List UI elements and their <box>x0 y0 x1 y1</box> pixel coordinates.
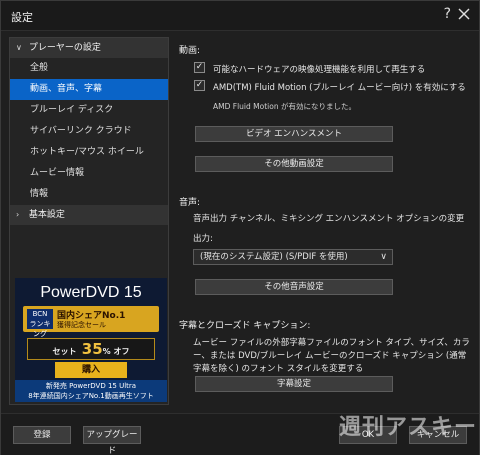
sidebar-group-label: 基本設定 <box>28 210 65 220</box>
promo-footer: 新発売 PowerDVD 15 Ultra 8年連続国内シェアNo.1動画再生ソ… <box>15 380 167 402</box>
sidebar-item-info[interactable]: 情報 <box>10 184 168 205</box>
video-enhancement-button[interactable]: ビデオ エンハンスメント <box>195 126 393 142</box>
sidebar-item-movie-info[interactable]: ムービー情報 <box>10 163 168 184</box>
audio-output-label: 出力: <box>193 234 213 244</box>
promo-set-label: セット <box>52 347 77 356</box>
watermark-logo: 週刊アスキー <box>339 415 478 440</box>
promo-footer-line2: 8年連続国内シェアNo.1動画再生ソフト <box>28 392 154 400</box>
upgrade-button[interactable]: アップグレード <box>83 426 141 455</box>
hw-accel-label: 可能なハードウェアの映像処理機能を利用して再生する <box>213 65 426 75</box>
promo-footer-line1: 新発売 PowerDVD 15 Ultra <box>45 382 137 390</box>
subtitles-description: ムービー ファイルの外部字幕ファイルのフォント タイプ、サイズ、カラー、または … <box>193 338 470 374</box>
fluid-motion-label: AMD(TM) Fluid Motion (ブルーレイ ムービー向け) を有効に… <box>213 83 466 93</box>
fluid-motion-note: AMD Fluid Motion が有効になりました。 <box>213 102 356 111</box>
promo-buy-button[interactable]: 購入 <box>55 362 127 378</box>
subtitle-settings-button[interactable]: 字幕設定 <box>195 376 393 392</box>
sidebar-item-hotkeys[interactable]: ホットキー/マウス ホイール <box>10 142 168 163</box>
sidebar-item-general[interactable]: 全般 <box>10 58 168 79</box>
subtitles-heading: 字幕とクローズド キャプション: <box>179 321 311 331</box>
sidebar-group-label: プレーヤーの設定 <box>28 43 101 53</box>
promo-share-subtext: 獲得記念セール <box>57 321 106 329</box>
settings-window: 設定 ? ∨ プレーヤーの設定 全般 動画、音声、字幕 ブルーレイ ディスク サ… <box>0 0 480 455</box>
promo-discount: セット 35% オフ <box>27 338 155 360</box>
audio-description: 音声出力 チャンネル、ミキシング エンハンスメント オプションの変更 <box>193 214 465 224</box>
sidebar-group-player[interactable]: ∨ プレーヤーの設定 <box>10 38 168 58</box>
fluid-motion-checkbox[interactable]: ✓ <box>194 80 205 91</box>
promo-off-label: % オフ <box>102 347 130 356</box>
sidebar-item-bluray[interactable]: ブルーレイ ディスク <box>10 100 168 121</box>
promo-banner[interactable]: PowerDVD 15 BCN ランキング 国内シェアNo.1 獲得記念セール セ… <box>15 278 167 402</box>
bcn-logo: BCN ランキング <box>27 309 53 338</box>
promo-product-name: PowerDVD 15 <box>40 284 142 301</box>
chevron-down-icon: ∨ <box>16 43 22 52</box>
hw-accel-checkbox[interactable]: ✓ <box>194 62 205 73</box>
close-icon[interactable] <box>457 7 471 21</box>
title-bar: 設定 ? <box>1 1 479 31</box>
sidebar-item-cyberlink-cloud[interactable]: サイバーリンク クラウド <box>10 121 168 142</box>
promo-discount-value: 35 <box>81 340 103 358</box>
register-button[interactable]: 登録 <box>13 426 71 444</box>
settings-content: 動画: ✓ 可能なハードウェアの映像処理機能を利用して再生する ✓ AMD(TM… <box>179 37 473 407</box>
audio-output-value: (現在のシステム設定) (S/PDIF を使用) <box>200 252 348 262</box>
chevron-down-icon: ∨ <box>380 252 387 262</box>
audio-output-select[interactable]: (現在のシステム設定) (S/PDIF を使用) ∨ <box>193 249 393 265</box>
audio-heading: 音声: <box>179 198 201 208</box>
help-button[interactable]: ? <box>444 6 451 22</box>
sidebar-group-basic[interactable]: › 基本設定 <box>10 205 168 225</box>
sidebar-item-video-audio-subtitles[interactable]: 動画、音声、字幕 <box>10 79 168 100</box>
other-video-settings-button[interactable]: その他動画設定 <box>195 156 393 172</box>
other-audio-settings-button[interactable]: その他音声設定 <box>195 279 393 295</box>
promo-share-stripe: BCN ランキング 国内シェアNo.1 獲得記念セール <box>23 306 159 338</box>
chevron-right-icon: › <box>16 210 20 219</box>
window-title: 設定 <box>11 11 33 24</box>
video-heading: 動画: <box>179 46 201 56</box>
